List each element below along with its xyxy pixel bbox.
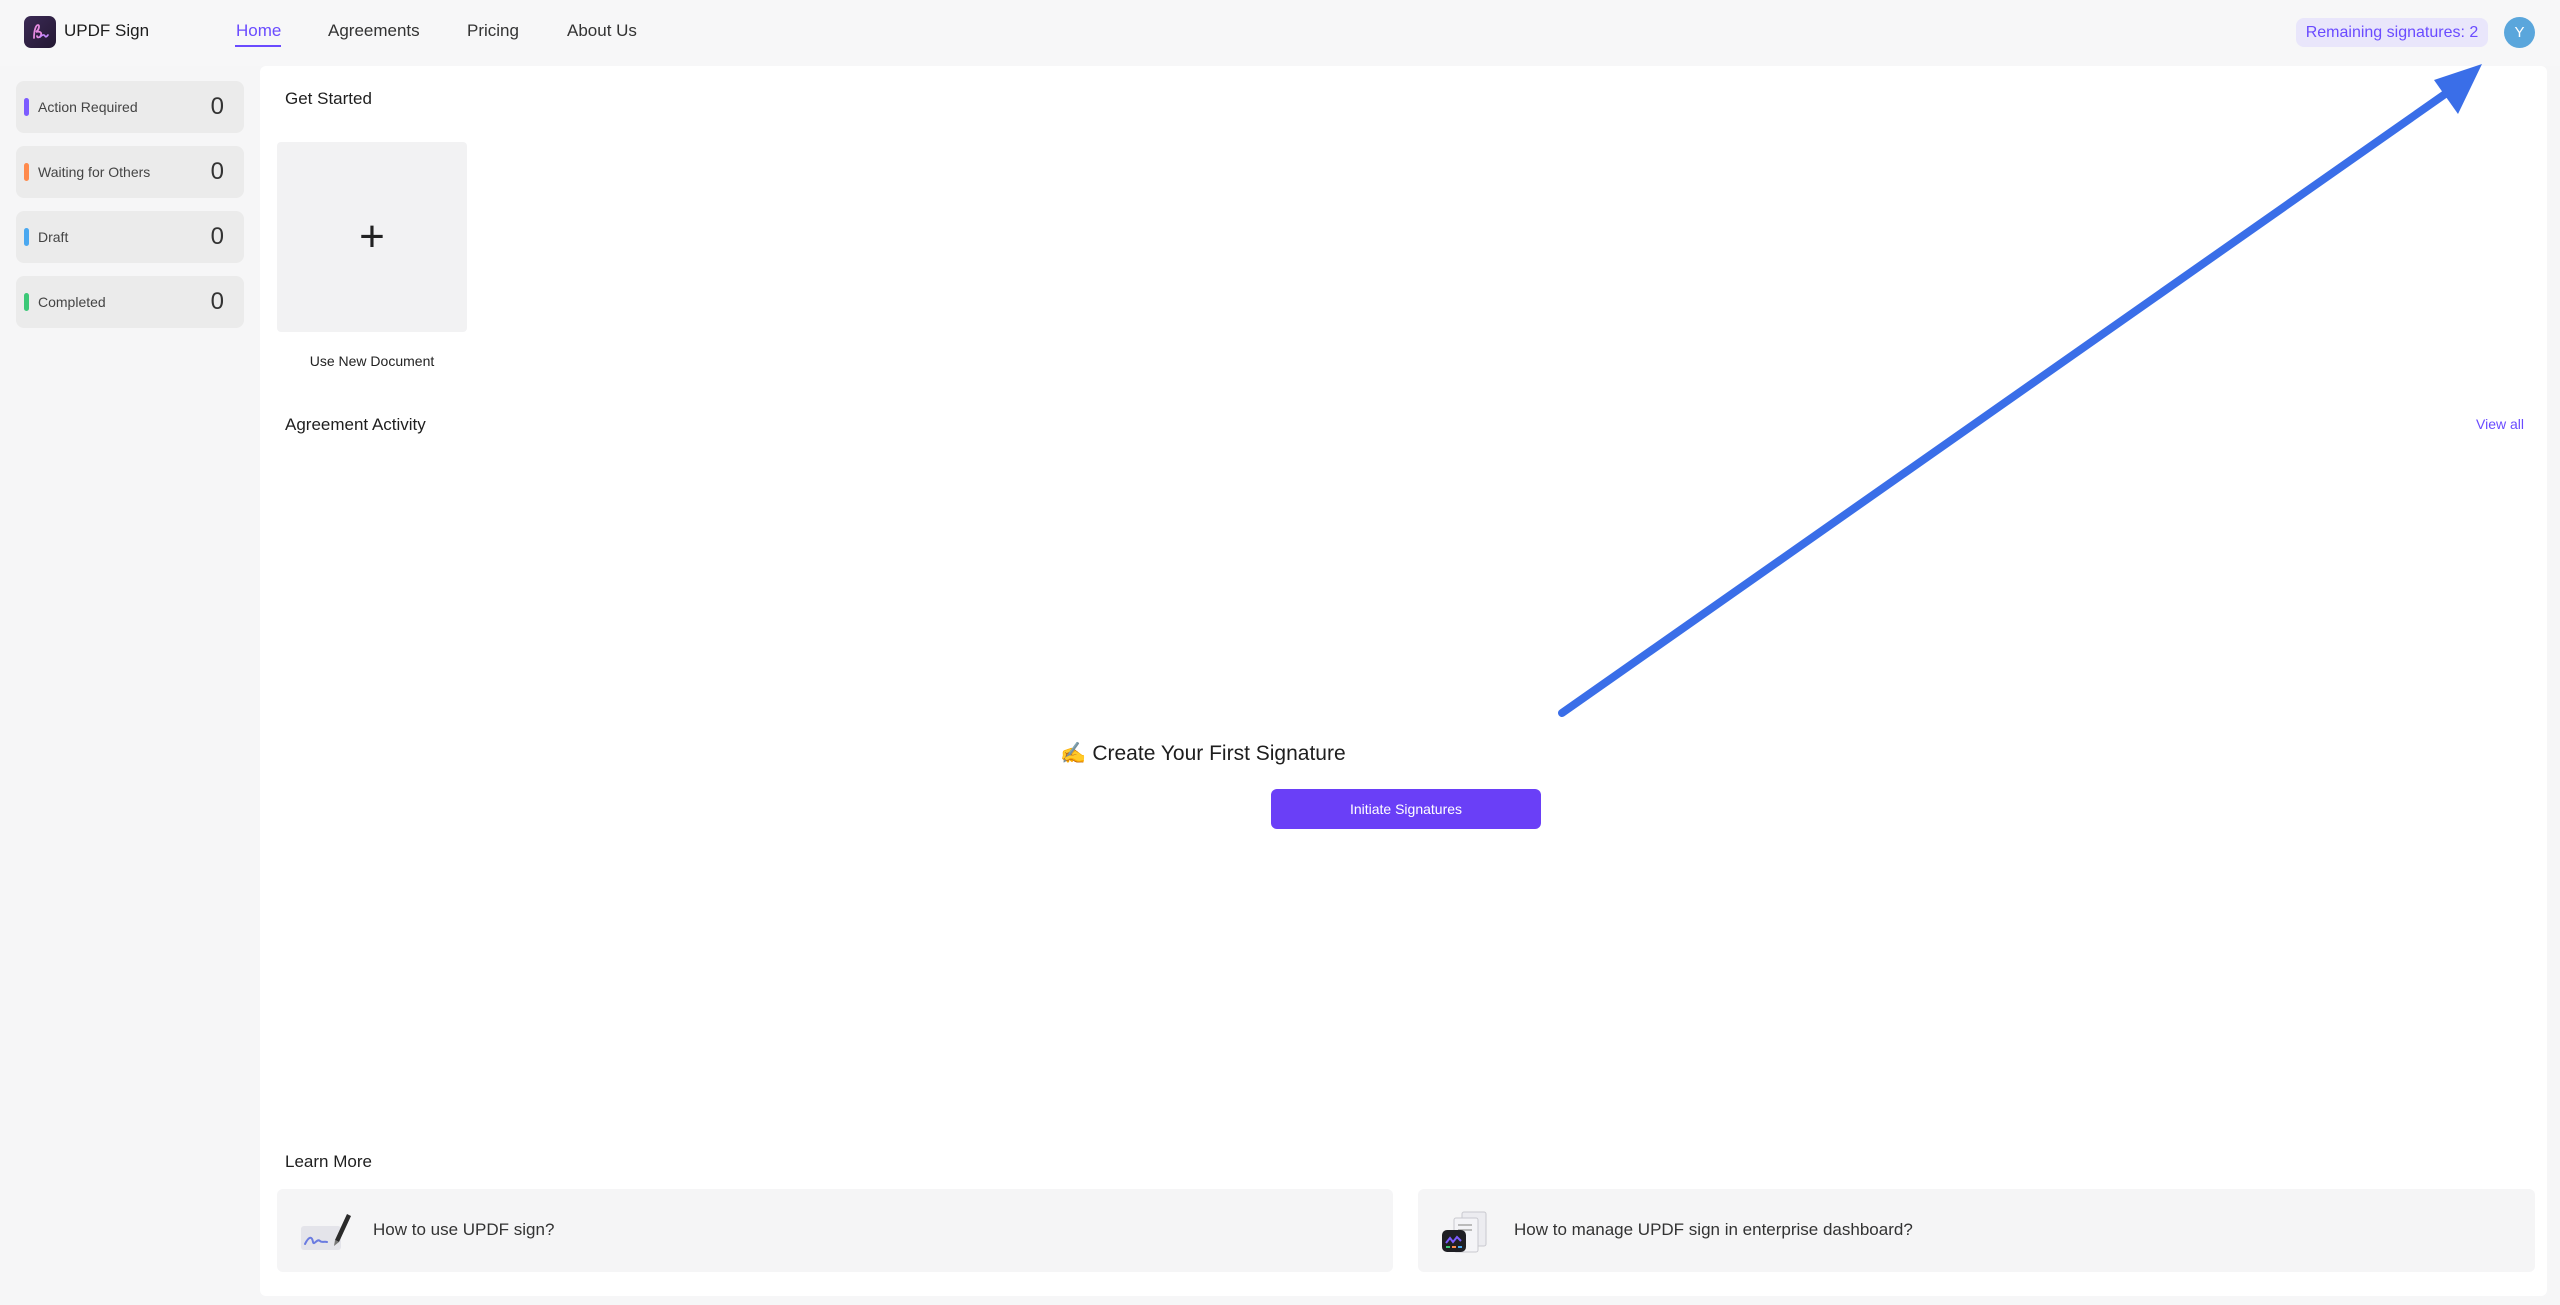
learn-more-title: Learn More — [285, 1152, 372, 1171]
sidebar-item-count: 0 — [210, 93, 224, 120]
app-name: UPDF Sign — [64, 21, 150, 40]
view-all-link[interactable]: View all — [2476, 416, 2524, 432]
writing-hand-icon: ✍️ — [1060, 742, 1087, 765]
learn-card-text: How to manage UPDF sign in enterprise da… — [1514, 1220, 1913, 1239]
sidebar-item-draft[interactable]: Draft 0 — [16, 211, 244, 263]
sidebar-item-label: Action Required — [38, 99, 138, 115]
remaining-signatures-badge[interactable]: Remaining signatures: 2 — [2296, 18, 2488, 47]
sidebar-item-count: 0 — [210, 223, 224, 250]
top-bar: UPDF Sign Home Agreements Pricing About … — [0, 0, 2560, 66]
status-color-bar — [24, 98, 29, 116]
nav-about-us[interactable]: About Us — [567, 21, 637, 41]
sidebar-item-label: Draft — [38, 229, 69, 245]
sidebar-item-label: Completed — [38, 294, 106, 310]
status-color-bar — [24, 228, 29, 246]
status-color-bar — [24, 293, 29, 311]
sidebar-item-completed[interactable]: Completed 0 — [16, 276, 244, 328]
nav-home[interactable]: Home — [236, 21, 281, 41]
initiate-signatures-button[interactable]: Initiate Signatures — [1271, 789, 1541, 829]
signature-pen-icon — [297, 1208, 353, 1254]
enterprise-dashboard-icon — [1438, 1208, 1494, 1254]
nav-active-underline — [235, 45, 281, 47]
nav-agreements[interactable]: Agreements — [328, 21, 420, 41]
empty-state-title: ✍️ Create Your First Signature — [260, 742, 2146, 766]
empty-state-text: Create Your First Signature — [1092, 742, 1346, 765]
learn-card-enterprise-dashboard[interactable]: How to manage UPDF sign in enterprise da… — [1418, 1189, 2535, 1272]
new-document-label: Use New Document — [309, 353, 435, 369]
plus-icon: + — [359, 212, 385, 261]
agreement-activity-title: Agreement Activity — [285, 415, 426, 434]
updf-sign-logo[interactable] — [24, 16, 56, 48]
main-panel: Get Started + Use New Document Agreement… — [260, 66, 2547, 1296]
sidebar-item-waiting-for-others[interactable]: Waiting for Others 0 — [16, 146, 244, 198]
avatar[interactable]: Y — [2504, 17, 2535, 48]
sidebar-item-action-required[interactable]: Action Required 0 — [16, 81, 244, 133]
nav-pricing[interactable]: Pricing — [467, 21, 519, 41]
new-document-tile[interactable]: + — [277, 142, 467, 332]
sidebar-item-label: Waiting for Others — [38, 164, 151, 180]
sidebar-item-count: 0 — [210, 288, 224, 315]
sidebar-item-count: 0 — [210, 158, 224, 185]
sidebar: Action Required 0 Waiting for Others 0 D… — [16, 81, 244, 341]
learn-card-text: How to use UPDF sign? — [373, 1220, 555, 1239]
status-color-bar — [24, 163, 29, 181]
learn-card-how-to-use[interactable]: How to use UPDF sign? — [277, 1189, 1393, 1272]
get-started-title: Get Started — [285, 89, 372, 108]
